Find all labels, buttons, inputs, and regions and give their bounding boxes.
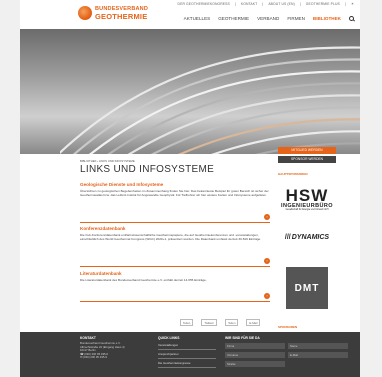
dynamics-mark-icon: /// xyxy=(284,233,291,241)
nav-item-firmen[interactable]: FIRMEN xyxy=(287,16,305,21)
sponsor-dynamics[interactable]: /// DYNAMICS xyxy=(278,226,336,248)
card-title[interactable]: Konferenzdatenbank xyxy=(80,226,270,231)
sponsors-bottom-heading: SPONSOREN xyxy=(278,325,298,329)
footer-link-kongresse[interactable]: Die Geothermiekongresse xyxy=(158,361,216,368)
footer-quicklinks-title: QUICK LINKS xyxy=(158,336,180,340)
logo-line2: GEOTHERMIE xyxy=(95,12,148,21)
card-text: Die Literaturdatenbank des Bundesverband… xyxy=(80,278,207,282)
sponsor-button[interactable]: SPONSOR WERDEN xyxy=(278,156,336,163)
share-facebook-button[interactable]: Teilen xyxy=(180,319,194,327)
nav-item-aktuelles[interactable]: AKTUELLES xyxy=(184,16,211,21)
footer-contact-title: KONTAKT xyxy=(80,336,96,340)
nav-item-geothermie[interactable]: GEOTHERMIE xyxy=(218,16,249,21)
top-link-geothermie-plus[interactable]: GEOTHERMIE PLUS xyxy=(306,2,340,6)
member-button[interactable]: MITGLIED WERDEN xyxy=(278,147,336,154)
breadcrumb[interactable]: BIBLIOTHEK › LINKS UND INFOSYSTEME xyxy=(80,159,135,163)
sponsors-heading: HAUPTSPONSOREN xyxy=(278,172,308,176)
email-field[interactable]: E-Mail xyxy=(288,352,348,358)
footer-link-veranstaltungen[interactable]: Veranstaltungen xyxy=(158,343,216,350)
top-link-kontakt[interactable]: KONTAKT xyxy=(241,2,257,6)
card-arrow-button[interactable]: › xyxy=(264,214,270,220)
hsw-logo-text: HSW xyxy=(285,185,329,205)
nav-item-bibliothek[interactable]: BIBLIOTHEK xyxy=(313,16,341,21)
share-email-button[interactable]: E-Mail xyxy=(246,319,261,327)
hsw-tagline: Gesellschaft für Energie und Umwelt mbH xyxy=(285,208,329,211)
footer-newsletter-title: WIR SIND FÜR SIE DA xyxy=(225,336,260,340)
card-konferenzdatenbank[interactable]: Konferenzdatenbank Die IGA-Konferenzdate… xyxy=(80,226,270,267)
card-arrow-button[interactable]: › xyxy=(264,258,270,264)
footer: KONTAKT Bundesverband Geothermie e.V. Al… xyxy=(20,332,360,377)
logo[interactable]: BUNDESVERBAND GEOTHERMIE xyxy=(78,6,148,20)
vorname-field[interactable]: Vorname xyxy=(225,352,285,358)
card-title[interactable]: Literaturdatenbank xyxy=(80,271,270,276)
card-text: Übersichten zu geologischen Begebenheite… xyxy=(80,189,269,198)
top-link-about[interactable]: ABOUT US (EN) xyxy=(268,2,294,6)
card-literaturdatenbank[interactable]: Literaturdatenbank Die Literaturdatenban… xyxy=(80,271,270,302)
card-geologische-dienste[interactable]: Geologische Dienste und Infosysteme Über… xyxy=(80,182,270,223)
firma-field[interactable]: Firma xyxy=(225,343,285,349)
search-icon[interactable] xyxy=(349,16,354,21)
page-title: LINKS UND INFOSYSTEME xyxy=(80,164,215,175)
nav-item-verband[interactable]: VERBAND xyxy=(257,16,279,21)
hero-image xyxy=(20,29,360,154)
share-twitter-button[interactable]: Twittern xyxy=(201,319,218,327)
footer-contact-block: Bundesverband Geothermie e.V. Albrechtst… xyxy=(80,341,125,360)
share-bar: Teilen Twittern Teilen E-Mail xyxy=(180,319,261,327)
dmt-logo: DMT xyxy=(286,267,328,309)
strasse-field[interactable]: Straße xyxy=(225,361,285,367)
share-linkedin-button[interactable]: Teilen xyxy=(225,319,239,327)
logo-mark-icon xyxy=(78,6,92,20)
main-nav: AKTUELLES GEOTHERMIE VERBAND FIRMEN BIBL… xyxy=(184,16,354,21)
contrast-icon[interactable]: ☀ xyxy=(351,2,354,6)
page: DER GEOTHERMIEKONGRESS | KONTAKT | ABOUT… xyxy=(20,0,360,377)
card-arrow-button[interactable]: › xyxy=(264,293,270,299)
dynamics-logo-text: DYNAMICS xyxy=(291,233,330,241)
magazine-pages-image xyxy=(60,46,360,154)
top-links: DER GEOTHERMIEKONGRESS | KONTAKT | ABOUT… xyxy=(177,2,354,6)
sponsor-dmt[interactable]: DMT xyxy=(278,266,336,310)
footer-link-ansprechpartner[interactable]: Ansprechpartner xyxy=(158,352,216,359)
card-title[interactable]: Geologische Dienste und Infosysteme xyxy=(80,182,270,187)
sponsor-hsw[interactable]: HSW INGENIEURBÜRO Gesellschaft für Energ… xyxy=(278,182,336,216)
footer-fax: ✉ (030) 200 95 495-9 xyxy=(80,355,107,360)
card-text: Die IGA-Konferenzdatenbank enthält wisse… xyxy=(80,233,262,242)
top-link-kongress[interactable]: DER GEOTHERMIEKONGRESS xyxy=(178,2,230,6)
name-field[interactable]: Name xyxy=(288,343,348,349)
